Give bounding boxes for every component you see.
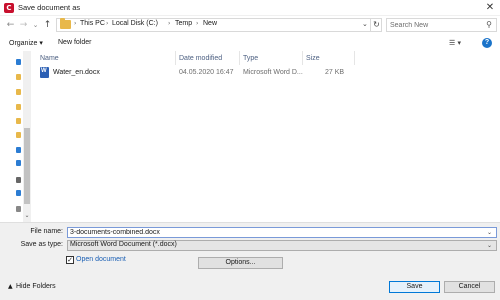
scroll-down-icon[interactable]: ⌄: [23, 211, 31, 220]
close-icon[interactable]: ✕: [483, 1, 497, 14]
breadcrumb-separator-icon[interactable]: ›: [168, 20, 170, 27]
app-icon: C: [4, 3, 14, 13]
column-divider[interactable]: [175, 51, 176, 65]
breadcrumb-local-disk[interactable]: Local Disk (C:): [112, 20, 158, 27]
navigation-item-icon[interactable]: [16, 132, 21, 138]
file-type: Microsoft Word D...: [243, 69, 303, 76]
open-document-label[interactable]: Open document: [76, 256, 126, 263]
navigation-item-icon[interactable]: [16, 89, 21, 95]
navigation-item-icon[interactable]: [16, 74, 21, 80]
column-divider[interactable]: [354, 51, 355, 65]
word-document-icon: [40, 67, 49, 78]
column-divider[interactable]: [302, 51, 303, 65]
file-name-dropdown-chevron-icon[interactable]: ⌄: [487, 227, 492, 238]
navigation-item-icon[interactable]: [16, 190, 21, 196]
navigation-item-icon[interactable]: [16, 206, 21, 212]
breadcrumb-separator-icon[interactable]: ›: [106, 20, 108, 27]
refresh-icon[interactable]: ↻: [370, 18, 382, 32]
organize-button[interactable]: Organize ▾: [9, 39, 43, 47]
column-header-size[interactable]: Size: [306, 55, 320, 62]
column-divider[interactable]: [239, 51, 240, 65]
save-button[interactable]: Save: [389, 281, 440, 293]
navigation-item-icon[interactable]: [16, 118, 21, 124]
save-as-type-dropdown-chevron-icon[interactable]: ⌄: [487, 240, 492, 251]
navigation-scrollbar-thumb[interactable]: [24, 128, 30, 204]
address-dropdown-chevron-icon[interactable]: ⌄: [362, 20, 368, 28]
save-as-type-label: Save as type:: [20, 241, 63, 248]
file-size: 27 KB: [325, 69, 345, 76]
cancel-button[interactable]: Cancel: [444, 281, 495, 293]
breadcrumb-temp[interactable]: Temp: [175, 20, 192, 27]
navigation-item-icon[interactable]: [16, 177, 21, 183]
hide-folders-chevron-icon[interactable]: ▲: [8, 283, 13, 290]
new-folder-button[interactable]: New folder: [58, 39, 91, 46]
breadcrumb-separator-icon[interactable]: ›: [196, 20, 198, 27]
options-button[interactable]: Options...: [198, 257, 283, 269]
save-as-type-value[interactable]: Microsoft Word Document (*.docx): [70, 241, 177, 248]
file-name[interactable]: Water_en.docx: [53, 69, 100, 76]
breadcrumb-this-pc[interactable]: This PC: [80, 20, 105, 27]
breadcrumb-new[interactable]: New: [203, 20, 217, 27]
folder-icon: [60, 18, 71, 29]
breadcrumb-separator-icon[interactable]: ›: [74, 20, 76, 27]
search-icon[interactable]: ⚲: [484, 19, 494, 31]
file-date-modified: 04.05.2020 16:47: [179, 69, 234, 76]
navigation-item-icon[interactable]: [16, 160, 21, 166]
window-title: Save document as: [18, 3, 81, 12]
column-header-name[interactable]: Name: [40, 55, 59, 62]
navigation-item-icon[interactable]: [16, 104, 21, 110]
column-header-date-modified[interactable]: Date modified: [179, 55, 222, 62]
open-document-checkbox[interactable]: ✓: [66, 256, 74, 264]
file-name-input[interactable]: [70, 227, 480, 238]
change-view-icon[interactable]: ☰ ▾: [449, 38, 469, 49]
forward-arrow-icon[interactable]: →: [18, 18, 29, 32]
navigation-item-icon[interactable]: [16, 147, 21, 153]
hide-folders-button[interactable]: Hide Folders: [16, 283, 56, 290]
column-header-type[interactable]: Type: [243, 55, 258, 62]
search-input[interactable]: [390, 19, 480, 31]
navigation-item-icon[interactable]: [16, 59, 21, 65]
recent-locations-chevron-icon[interactable]: ⌄: [30, 18, 41, 32]
back-arrow-icon[interactable]: ←: [5, 18, 16, 32]
up-arrow-icon[interactable]: ↑: [42, 18, 53, 32]
file-name-label: File name:: [30, 228, 63, 235]
help-icon[interactable]: ?: [482, 38, 492, 48]
